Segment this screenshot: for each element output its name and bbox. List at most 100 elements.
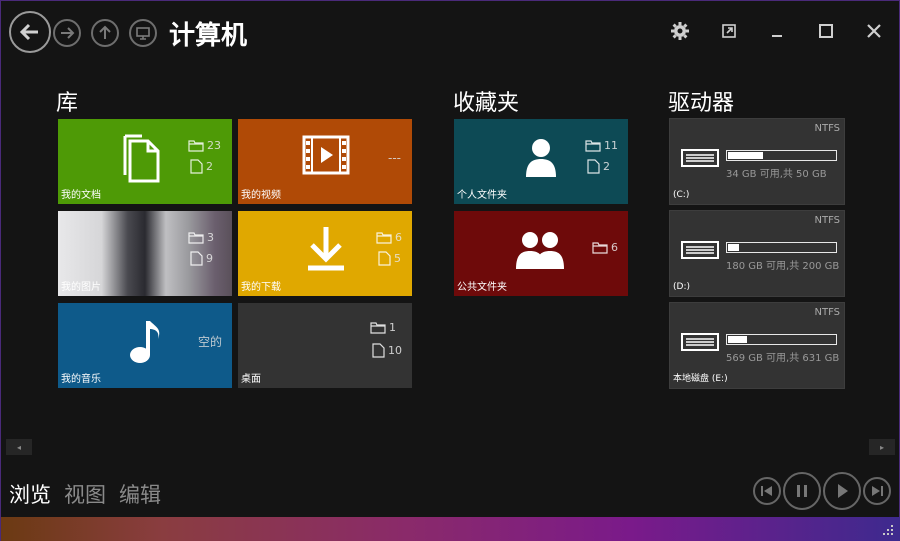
computer-button[interactable] — [129, 19, 157, 47]
window-title: 计算机 — [169, 21, 248, 51]
tile-label: 桌面 — [241, 374, 261, 385]
folder-icon — [376, 232, 392, 244]
file-count: 9 — [190, 251, 213, 266]
file-count: 10 — [372, 343, 402, 358]
scroll-left-button[interactable]: ◂ — [6, 439, 32, 455]
title-bar: 计算机 — [1, 1, 900, 63]
usage-fill — [728, 152, 763, 159]
tile-label: 个人文件夹 — [457, 190, 507, 201]
folder-icon — [188, 232, 204, 244]
folder-count: 6 — [592, 241, 618, 254]
folder-icon — [585, 140, 601, 152]
arrow-right-icon — [61, 27, 75, 39]
tile-label: 我的视频 — [241, 190, 281, 201]
folder-count: 23 — [188, 139, 221, 152]
forward-button[interactable] — [53, 19, 81, 47]
triangle-left-icon: ◂ — [16, 442, 21, 452]
folder-count: 11 — [585, 139, 618, 152]
app-window: 计算机 库 收藏夹 驱动器 23 2 我的文档 --- 我的视频 3 9 我的图… — [0, 0, 900, 541]
download-icon — [308, 227, 344, 271]
popout-icon — [722, 24, 736, 38]
minimize-icon — [772, 35, 782, 37]
empty-indicator: --- — [388, 151, 401, 165]
file-count: 5 — [378, 251, 401, 266]
library-section-title: 库 — [56, 91, 79, 116]
tile-desktop[interactable]: 1 10 桌面 — [238, 303, 412, 388]
tile-my-music[interactable]: 空的 我的音乐 — [58, 303, 232, 388]
monitor-icon — [136, 27, 150, 40]
file-icon — [587, 159, 600, 174]
documents-icon — [123, 134, 160, 183]
file-icon — [372, 343, 385, 358]
usage-bar — [726, 334, 837, 345]
user-icon — [526, 139, 556, 177]
tab-view[interactable]: 视图 — [64, 479, 106, 509]
folder-count: 6 — [376, 231, 402, 244]
tile-label: 我的下载 — [241, 282, 281, 293]
play-button[interactable] — [823, 472, 861, 510]
drive-tile-c[interactable]: NTFS 34 GB 可用,共 50 GB (C:) — [669, 118, 845, 205]
tile-my-documents[interactable]: 23 2 我的文档 — [58, 119, 232, 204]
maximize-icon — [819, 24, 833, 38]
next-button[interactable] — [863, 477, 891, 505]
arrow-left-icon — [19, 23, 38, 41]
file-icon — [190, 251, 203, 266]
tile-personal-folder[interactable]: 11 2 个人文件夹 — [454, 119, 628, 204]
film-icon — [302, 135, 350, 175]
accent-strip — [1, 517, 900, 541]
play-icon — [838, 484, 848, 498]
hard-drive-icon — [681, 149, 719, 167]
folder-count: 1 — [370, 321, 396, 334]
hard-drive-icon — [681, 241, 719, 259]
usage-bar — [726, 242, 837, 253]
file-count: 2 — [190, 159, 213, 174]
drive-tile-e[interactable]: NTFS 569 GB 可用,共 631 GB 本地磁盘 (E:) — [669, 302, 845, 389]
previous-button[interactable] — [753, 477, 781, 505]
space-info: 180 GB 可用,共 200 GB — [726, 261, 840, 272]
usage-fill — [728, 336, 747, 343]
scroll-right-button[interactable]: ▸ — [869, 439, 895, 455]
tile-my-pictures[interactable]: 3 9 我的图片 — [58, 211, 232, 296]
tile-public-folder[interactable]: 6 公共文件夹 — [454, 211, 628, 296]
gear-icon — [671, 22, 689, 40]
hard-drive-icon — [681, 333, 719, 351]
maximize-button[interactable] — [814, 19, 838, 43]
pause-button[interactable] — [783, 472, 821, 510]
back-button[interactable] — [9, 11, 51, 53]
space-info: 34 GB 可用,共 50 GB — [726, 169, 827, 180]
minimize-button[interactable] — [765, 19, 789, 43]
folder-count: 3 — [188, 231, 214, 244]
filesystem-label: NTFS — [814, 307, 840, 318]
drives-section-title: 驱动器 — [668, 91, 735, 116]
drive-label: (D:) — [673, 282, 690, 292]
file-icon — [378, 251, 391, 266]
drive-label: 本地磁盘 (E:) — [673, 374, 728, 384]
drive-tile-d[interactable]: NTFS 180 GB 可用,共 200 GB (D:) — [669, 210, 845, 297]
resize-grip-icon[interactable] — [881, 523, 895, 537]
usage-fill — [728, 244, 739, 251]
arrow-up-icon — [99, 25, 111, 39]
tile-my-videos[interactable]: --- 我的视频 — [238, 119, 412, 204]
popout-button[interactable] — [717, 19, 741, 43]
tile-label: 公共文件夹 — [457, 282, 507, 293]
close-button[interactable] — [862, 19, 886, 43]
settings-button[interactable] — [668, 19, 692, 43]
users-icon — [516, 232, 564, 269]
folder-icon — [592, 242, 608, 254]
tile-my-downloads[interactable]: 6 5 我的下载 — [238, 211, 412, 296]
tab-edit[interactable]: 编辑 — [119, 479, 161, 509]
skip-back-icon — [761, 486, 772, 496]
tile-label: 我的音乐 — [61, 374, 101, 385]
up-button[interactable] — [91, 19, 119, 47]
file-icon — [190, 159, 203, 174]
tab-browse[interactable]: 浏览 — [9, 479, 51, 509]
triangle-right-icon: ▸ — [879, 442, 884, 452]
filesystem-label: NTFS — [814, 215, 840, 226]
close-icon — [867, 24, 881, 38]
usage-bar — [726, 150, 837, 161]
drive-label: (C:) — [673, 190, 690, 200]
music-note-icon — [130, 321, 160, 363]
empty-indicator: 空的 — [198, 335, 223, 349]
space-info: 569 GB 可用,共 631 GB — [726, 353, 840, 364]
pause-icon — [797, 485, 807, 497]
